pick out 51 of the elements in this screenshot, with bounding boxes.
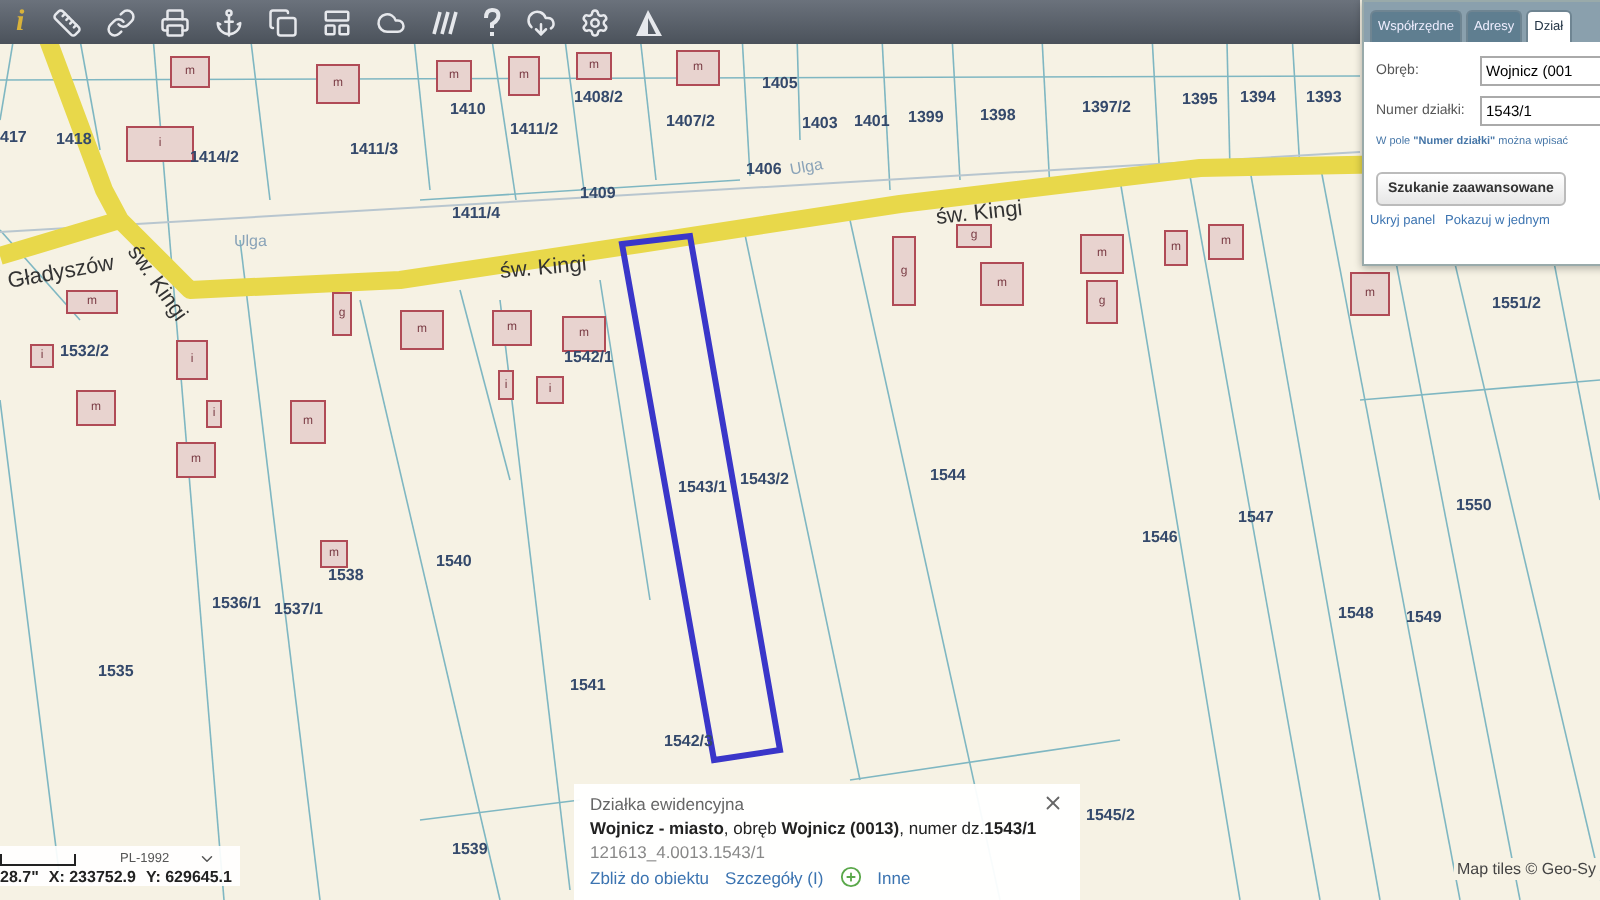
parcel-number: 1536/1 [212, 594, 261, 612]
parcel-number: 1398 [980, 106, 1016, 124]
parcel-number: 1393 [1306, 88, 1342, 106]
parcel-number: 1535 [98, 662, 134, 680]
street-name: Gładyszów [5, 251, 117, 294]
parcel-number: 1543/2 [740, 470, 789, 488]
parcel-number: 1543/1 [678, 478, 727, 496]
parcel-description: Wojnicz - miasto, obręb Wojnicz (0013), numer dz.1543/1 [590, 818, 1039, 838]
attribution: Map tiles © Geo-Sy [1453, 858, 1600, 880]
parcel-number: 1546 [1142, 528, 1178, 546]
parcel-number: 417 [0, 128, 27, 146]
info-button[interactable]: i [12, 5, 29, 39]
parcel-number: 1405 [762, 74, 798, 92]
street-name: św. Kingi [498, 252, 588, 284]
parcel-number: 1532/2 [60, 342, 109, 360]
details-link[interactable]: Szczegóły (I) [725, 867, 824, 887]
parcel-number: 1395 [1182, 90, 1218, 108]
zoom-link[interactable]: Zbliż do obiektu [590, 867, 710, 887]
parcel-number: 1407/2 [666, 112, 715, 130]
parcel-number: 1410 [450, 100, 486, 118]
parcel-number: 1549 [1406, 608, 1442, 626]
parcel-number: 1542/1 [564, 348, 613, 366]
y-coordinate: Y: 629645.1 [145, 868, 232, 886]
street-name: św. Kingi [934, 197, 1024, 230]
more-link[interactable]: Inne [877, 867, 911, 887]
parcel-number: 1545/2 [1086, 806, 1135, 824]
parcel-number: 1394 [1240, 88, 1276, 106]
parcel-number: 1408/2 [574, 88, 623, 106]
parcel-number: 1541 [570, 676, 606, 694]
parcel-number: 1538 [328, 566, 364, 584]
parcel-number: 1397/2 [1082, 98, 1131, 116]
parcel-number: 1537/1 [274, 600, 323, 618]
parcel-number: 1547 [1238, 508, 1274, 526]
parcel-number: 1548 [1338, 604, 1374, 622]
parcel-number: 1550 [1456, 496, 1492, 514]
street-name: Ulga [234, 232, 267, 250]
parcel-number: 1551/2 [1492, 294, 1541, 312]
parcel-number: 1544 [930, 466, 966, 484]
x-coordinate: X: 233752.9 [48, 868, 136, 886]
parcel-number: 1403 [802, 114, 838, 132]
parcel-number: 1539 [452, 840, 488, 858]
parcel-number: 1411/2 [510, 120, 559, 138]
scale-value: 28.7" [0, 868, 39, 886]
parcel-number: 1409 [580, 184, 616, 202]
parcel-number: 1540 [436, 552, 472, 570]
parcel-number: 1411/4 [452, 204, 501, 222]
parcel-identifier: 121613_4.0013.1543/1 [590, 842, 767, 862]
parcel-number: 1399 [908, 108, 944, 126]
parcel-number: 1411/3 [350, 140, 399, 158]
street-name: Ulga [788, 155, 825, 179]
popup-title: Działka ewidencyjna [590, 794, 745, 814]
